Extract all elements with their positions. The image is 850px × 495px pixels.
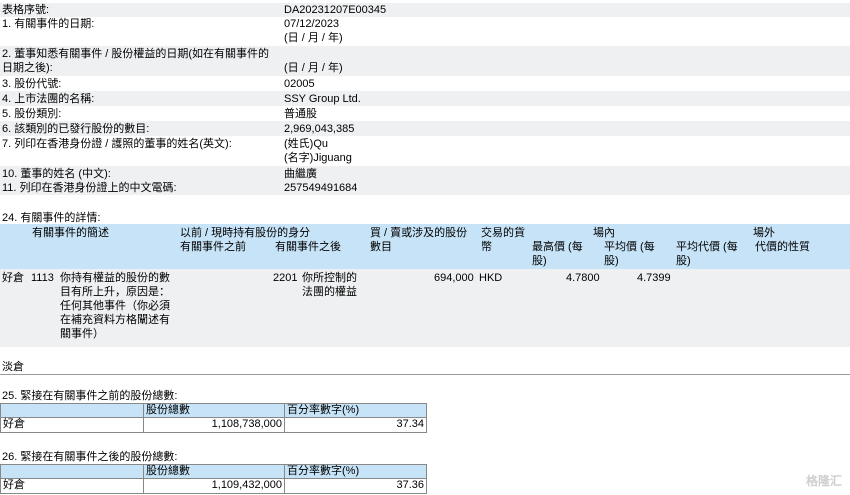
header-capacity-before: 有關事件之前: [180, 241, 246, 253]
header-on-exchange: 場內: [593, 227, 615, 239]
header-capacity: 以前 / 現時持有股份的身分: [180, 227, 311, 239]
aware-date-format: (日 / 月 / 年): [284, 62, 343, 74]
event-description: 你持有權益的股份的數目有所上升，原因是：任何其他事件（你必須在補充資料方格闡述有…: [60, 272, 170, 340]
header-capacity-after: 有關事件之後: [275, 241, 341, 253]
header-shares-involved: 買 / 賣或涉及的股份數目: [370, 227, 468, 253]
long-position-label: 好倉: [2, 272, 24, 284]
event-date-format: (日 / 月 / 年): [284, 32, 343, 44]
s26-header-shares: 股份總數: [143, 464, 285, 479]
header-avg-consideration: 平均代價 (每股): [676, 241, 738, 267]
average-price-value: 4.7399: [637, 272, 671, 284]
director-given-name: (名字)Jiguang: [284, 152, 352, 164]
aware-date-label-cont: 日期之後):: [2, 62, 53, 74]
s25-header-shares: 股份總數: [143, 403, 285, 418]
short-position-label: 淡倉: [2, 361, 24, 373]
row-band: [0, 91, 850, 106]
s25-pct-value: 37.34: [284, 417, 427, 433]
s25-header-blank: [0, 403, 144, 418]
s26-header-pct: 百分率數字(%): [284, 464, 427, 479]
event-date-value: 07/12/2023: [284, 18, 340, 30]
header-currency: 交易的貨幣: [481, 227, 525, 253]
issued-shares-label: 6. 該類別的已發行股份的數目:: [2, 123, 150, 135]
capacity-after-value: 你所控制的法團的權益: [302, 272, 357, 298]
issued-shares-value: 2,969,043,385: [284, 123, 355, 135]
stock-code-label: 3. 股份代號:: [2, 78, 62, 90]
s26-pct-value: 37.36: [284, 478, 427, 494]
s25-header-pct: 百分率數字(%): [284, 403, 427, 418]
watermark-logo: 格隆汇: [805, 474, 842, 488]
chinese-code-label: 11. 列印在香港身份證上的中文電碼:: [2, 182, 177, 194]
form-no-value: DA20231207E00345: [284, 4, 387, 16]
header-event-code: 有關事件的簡述: [32, 227, 109, 239]
header-consideration-nature: 代價的性質: [755, 241, 810, 253]
highest-price-value: 4.7800: [566, 272, 600, 284]
header-highest-price: 最高價 (每股): [532, 241, 583, 267]
event-date-label: 1. 有關事件的日期:: [2, 18, 95, 30]
company-name-label: 4. 上市法團的名稱:: [2, 93, 95, 105]
director-surname: (姓氏)Qu: [284, 138, 328, 150]
form-no-label: 表格序號:: [2, 4, 50, 16]
company-name-value: SSY Group Ltd.: [284, 93, 361, 105]
row-band: [0, 166, 850, 181]
s26-row-label: 好倉: [0, 478, 144, 494]
aware-date-label: 2. 董事知悉有關事件 / 股份權益的日期(如在有關事件的: [2, 48, 270, 60]
divider: [0, 374, 850, 375]
shares-involved-value: 694,000: [434, 272, 474, 284]
s26-header-blank: [0, 464, 144, 479]
event-code-value: 1113: [31, 272, 54, 284]
s25-row-label: 好倉: [0, 417, 144, 433]
director-name-zh-value: 曲繼廣: [284, 168, 317, 180]
capacity-after-code: 2201: [273, 272, 298, 284]
section-24-title: 24. 有關事件的詳情:: [2, 212, 101, 224]
share-class-label: 5. 股份類別:: [2, 108, 62, 120]
section-25-title: 25. 緊接在有關事件之前的股份總數:: [2, 390, 178, 402]
share-class-value: 普通股: [284, 108, 317, 120]
director-name-en-label: 7. 列印在香港身份證 / 護照的董事的姓名(英文):: [2, 138, 232, 150]
s26-shares-value: 1,109,432,000: [143, 478, 285, 494]
stock-code-value: 02005: [284, 78, 315, 90]
header-average-price: 平均價 (每股): [604, 241, 655, 267]
row-band: [0, 3, 850, 17]
s25-shares-value: 1,108,738,000: [143, 417, 285, 433]
director-name-zh-label: 10. 董事的姓名 (中文):: [2, 168, 111, 180]
currency-value: HKD: [479, 272, 503, 284]
header-off-exchange: 場外: [753, 227, 775, 239]
section-26-title: 26. 緊接在有關事件之後的股份總數:: [2, 451, 178, 463]
chinese-code-value: 257549491684: [284, 182, 358, 194]
